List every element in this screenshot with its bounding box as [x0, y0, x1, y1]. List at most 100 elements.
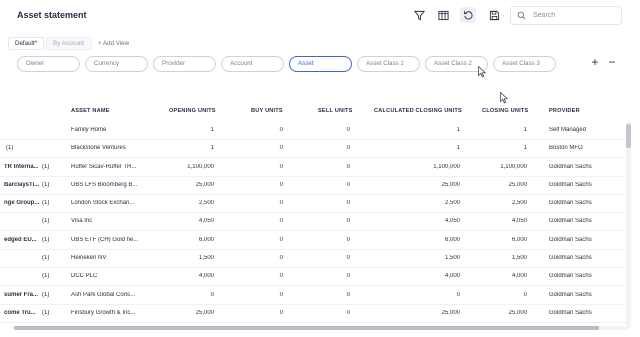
closing-units: 2,500	[511, 200, 527, 206]
view-tabs: Default* By Account + Add View	[8, 36, 129, 50]
group-count: (1)	[42, 218, 50, 224]
search-box[interactable]	[510, 6, 622, 25]
sell-units: 0	[346, 164, 350, 170]
asset-name: UBS ETF (CH) Gold he...	[71, 237, 139, 243]
table-row[interactable]: Family Home 1 0 0 1 1 Self Managed	[0, 122, 628, 140]
sell-units: 0	[346, 200, 350, 206]
page-title: Asset statement	[17, 10, 87, 20]
opening-units: 1,500	[198, 255, 214, 261]
sell-units: 0	[346, 218, 350, 224]
provider: Boston MFO	[549, 145, 583, 151]
provider: Goldman Sachs	[549, 164, 592, 170]
group-count: (1)	[42, 255, 50, 261]
group-name: edged EU...	[4, 237, 37, 243]
refresh-button[interactable]	[460, 7, 476, 23]
asset-name: Family Home	[71, 127, 107, 133]
sell-units: 0	[346, 237, 350, 243]
buy-units: 0	[279, 273, 283, 279]
group-count: (1)	[42, 164, 50, 170]
chip-owner[interactable]: Owner	[17, 56, 80, 72]
asset-name: UBS LFS Bloomberg B...	[71, 182, 138, 188]
save-button[interactable]	[486, 7, 502, 23]
closing-units: 1,500	[511, 255, 527, 261]
tab-default[interactable]: Default*	[8, 36, 45, 50]
add-view-button[interactable]: + Add View	[98, 40, 129, 47]
group-count: (1)	[42, 310, 50, 316]
buy-units: 0	[279, 127, 283, 133]
group-count: (1)	[42, 273, 50, 279]
vertical-scrollbar-thumb[interactable]	[626, 124, 631, 148]
group-name: TR Interna...	[4, 164, 38, 170]
table-row[interactable]: (1) Blackstone Ventures 1 0 0 1 1 Boston…	[0, 140, 628, 158]
asset-name: Finsbury Growth & Inc...	[71, 310, 136, 316]
sell-units: 0	[346, 182, 350, 188]
group-count: (1)	[42, 200, 50, 206]
group-name: nge Group...	[4, 200, 40, 206]
table-row[interactable]: TR Interna... (1) Ruffer Sicav-Ruffer TR…	[0, 159, 628, 177]
chip-asset-class-1[interactable]: Asset Class 1	[357, 56, 420, 72]
sell-units: 0	[346, 292, 350, 298]
asset-name: Ash Park Global Cons...	[71, 292, 136, 298]
closing-units: 6,000	[511, 237, 527, 243]
buy-units: 0	[279, 200, 283, 206]
opening-units: 1,100,000	[187, 164, 214, 170]
table-row[interactable]: (1) Heineken NV 1,500 0 0 1,500 1,500 Go…	[0, 250, 628, 268]
column-header-asset-name[interactable]: ASSET NAME	[71, 108, 110, 114]
column-header-opening-units[interactable]: OPENING UNITS	[169, 108, 216, 114]
horizontal-scrollbar-thumb[interactable]	[14, 326, 599, 330]
filter-button[interactable]	[411, 7, 427, 23]
calculated-closing-units: 1,500	[444, 255, 460, 261]
chip-asset[interactable]: Asset	[289, 56, 352, 72]
column-header-provider[interactable]: PROVIDER	[549, 108, 580, 114]
tab-by-account[interactable]: By Account	[46, 36, 93, 50]
table-row[interactable]: (1) DCC PLC 4,000 0 0 4,000 4,000 Goldma…	[0, 268, 628, 286]
column-header-closing-units[interactable]: CLOSING UNITS	[482, 108, 528, 114]
filter-icon	[413, 10, 425, 20]
refresh-icon	[463, 10, 473, 19]
sell-units: 0	[346, 273, 350, 279]
provider: Self Managed	[549, 127, 587, 133]
vertical-scrollbar-track[interactable]	[626, 122, 631, 328]
opening-units: 0	[210, 292, 214, 298]
table-row[interactable]: nge Group... (1) London Stock Exchan... …	[0, 195, 628, 213]
asset-name: Visa Inc	[71, 218, 93, 224]
closing-units: 1,100,000	[500, 164, 527, 170]
buy-units: 0	[279, 310, 283, 316]
calculated-closing-units: 4,050	[444, 218, 460, 224]
calculated-closing-units: 1	[456, 127, 460, 133]
opening-units: 2,500	[198, 200, 214, 206]
buy-units: 0	[279, 145, 283, 151]
opening-units: 4,000	[198, 273, 214, 279]
group-count: (1)	[42, 237, 50, 243]
buy-units: 0	[279, 237, 283, 243]
chip-provider[interactable]: Provider	[153, 56, 216, 72]
search-input[interactable]	[533, 12, 613, 19]
add-grouping-button[interactable]: +	[589, 56, 601, 70]
column-header-calculated-closing-units[interactable]: CALCULATED CLOSING UNITS	[374, 108, 462, 114]
table-row[interactable]: (1) Visa Inc 4,050 0 0 4,050 4,050 Goldm…	[0, 213, 628, 231]
provider: Goldman Sachs	[549, 310, 592, 316]
sell-units: 0	[346, 255, 350, 261]
remove-grouping-button[interactable]: −	[606, 56, 618, 70]
chip-currency[interactable]: Currency	[85, 56, 148, 72]
table-row[interactable]: sumer Fra... (1) Ash Park Global Cons...…	[0, 287, 628, 305]
table-row[interactable]: come Tru... (1) Finsbury Growth & Inc...…	[0, 305, 628, 323]
provider: Goldman Sachs	[549, 182, 592, 188]
table-row[interactable]: edged EU... (1) UBS ETF (CH) Gold he... …	[0, 232, 628, 250]
asset-name: DCC PLC	[71, 273, 98, 279]
closing-units: 0	[523, 292, 527, 298]
columns-icon	[437, 10, 449, 20]
group-count: (1)	[6, 145, 14, 151]
columns-button[interactable]	[435, 7, 451, 23]
column-header-buy-units[interactable]: BUY UNITS	[251, 108, 283, 114]
mouse-cursor-icon	[500, 92, 508, 104]
calculated-closing-units: 25,000	[441, 182, 460, 188]
chip-account[interactable]: Account	[221, 56, 284, 72]
column-header-sell-units[interactable]: SELL UNITS	[318, 108, 353, 114]
chip-asset-class-3[interactable]: Asset Class 3	[493, 56, 556, 72]
buy-units: 0	[279, 255, 283, 261]
table-row[interactable]: BarclaysTi... (1) UBS LFS Bloomberg B...…	[0, 177, 628, 195]
buy-units: 0	[279, 182, 283, 188]
asset-name: Blackstone Ventures	[71, 145, 126, 151]
asset-name: London Stock Exchan...	[71, 200, 135, 206]
